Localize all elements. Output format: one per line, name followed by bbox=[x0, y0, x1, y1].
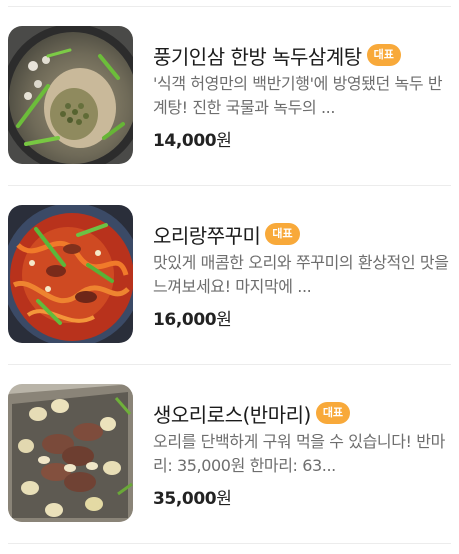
price-unit: 원 bbox=[216, 310, 232, 330]
duck-roast-photo bbox=[8, 384, 133, 522]
menu-item-price: 14,000원 bbox=[153, 126, 232, 151]
menu-item-price: 16,000원 bbox=[153, 305, 232, 330]
signature-badge: 대표 bbox=[366, 44, 401, 66]
menu-item-image bbox=[8, 26, 133, 164]
menu-item-image bbox=[8, 384, 133, 522]
menu-list: 풍기인삼 한방 녹두삼계탕 대표 '식객 허영만의 백반기행'에 방영됐던 녹두… bbox=[0, 0, 459, 554]
price-value: 35,000 bbox=[153, 489, 217, 509]
menu-item-name-row: 생오리로스(반마리) 대표 bbox=[153, 398, 351, 428]
menu-item-image bbox=[8, 205, 133, 343]
menu-item-name-row: 오리랑쭈꾸미 대표 bbox=[153, 219, 300, 249]
divider bbox=[8, 185, 451, 186]
menu-item-samgyetang[interactable]: 풍기인삼 한방 녹두삼계탕 대표 '식객 허영만의 백반기행'에 방영됐던 녹두… bbox=[0, 26, 459, 166]
menu-item-description: '식객 허영만의 백반기행'에 방영됐던 녹두 반계탕! 진한 국물과 녹두의 … bbox=[153, 74, 443, 117]
divider bbox=[8, 543, 451, 544]
samgyetang-photo bbox=[8, 26, 133, 164]
divider bbox=[8, 364, 451, 365]
duck-webfoot-octopus-photo bbox=[8, 205, 133, 343]
price-value: 14,000 bbox=[153, 131, 217, 151]
price-value: 16,000 bbox=[153, 310, 217, 330]
price-unit: 원 bbox=[216, 131, 232, 151]
menu-item-price: 35,000원 bbox=[153, 484, 232, 509]
menu-item-name-row: 풍기인삼 한방 녹두삼계탕 대표 bbox=[153, 40, 401, 70]
menu-item-description: 오리를 단백하게 구워 먹을 수 있습니다! 반마리: 35,000원 한마리:… bbox=[153, 432, 445, 475]
signature-badge: 대표 bbox=[265, 223, 300, 245]
menu-item-name: 생오리로스(반마리) bbox=[153, 402, 311, 427]
price-unit: 원 bbox=[216, 489, 232, 509]
divider bbox=[8, 6, 451, 7]
menu-item-duck-jjukkumi[interactable]: 오리랑쭈꾸미 대표 맛있게 매콤한 오리와 쭈꾸미의 환상적인 맛을 느껴보세요… bbox=[0, 205, 459, 345]
menu-item-duck-roast[interactable]: 생오리로스(반마리) 대표 오리를 단백하게 구워 먹을 수 있습니다! 반마리… bbox=[0, 384, 459, 524]
menu-item-description: 맛있게 매콤한 오리와 쭈꾸미의 환상적인 맛을 느껴보세요! 마지막에 ... bbox=[153, 253, 449, 296]
menu-item-name: 풍기인삼 한방 녹두삼계탕 bbox=[153, 44, 362, 69]
menu-item-name: 오리랑쭈꾸미 bbox=[153, 223, 261, 248]
signature-badge: 대표 bbox=[315, 402, 351, 424]
